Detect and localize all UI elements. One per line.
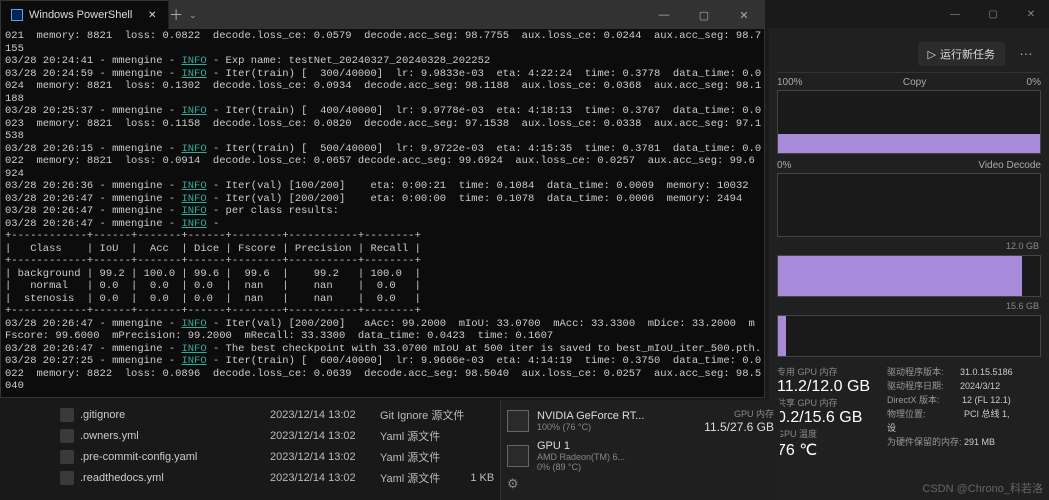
terminal-window: Windows PowerShell ✕ ＋⌄ — ▢ ✕ 021 memory… — [0, 0, 765, 398]
gpu1-card[interactable]: GPU 1AMD Radeon(TM) 6...0% (89 °C) — [507, 437, 774, 475]
settings-icon[interactable]: ⚙ — [507, 476, 519, 492]
shared-max: 15.6 GB — [1006, 301, 1039, 311]
file-explorer: .gitignore2023/12/14 13:02Git Ignore 源文件… — [0, 398, 500, 500]
run-new-task-button[interactable]: ▷运行新任务 — [918, 42, 1005, 66]
tm-maximize[interactable]: ▢ — [975, 0, 1011, 28]
file-icon — [60, 471, 74, 485]
dedicated-mem-chart — [777, 255, 1041, 297]
file-row[interactable]: .readthedocs.yml2023/12/14 13:02Yaml 源文件… — [0, 467, 500, 488]
gpu0-card[interactable]: NVIDIA GeForce RT...100% (76 °C) GPU 内存1… — [507, 404, 774, 437]
copy-right: 0% — [1027, 77, 1041, 88]
run-icon: ▷ — [928, 48, 936, 61]
new-tab-button[interactable]: ＋⌄ — [168, 1, 196, 29]
tm-minimize[interactable]: — — [937, 0, 973, 28]
dedicated-max: 12.0 GB — [1006, 241, 1039, 251]
file-icon — [60, 408, 74, 422]
file-icon — [60, 429, 74, 443]
gpu-temp-val: 76 ℃ — [777, 440, 887, 460]
taskmgr-titlebar: — ▢ ✕ — [769, 0, 1049, 28]
copy-chart — [777, 90, 1041, 154]
gpu-cards: NVIDIA GeForce RT...100% (76 °C) GPU 内存1… — [500, 400, 780, 500]
dedicated-mem-val: 11.2/12.0 GB — [777, 378, 887, 396]
powershell-icon — [11, 9, 23, 21]
more-button[interactable]: … — [1015, 42, 1037, 66]
file-icon — [60, 450, 74, 464]
terminal-output[interactable]: 021 memory: 8821 loss: 0.0822 decode.los… — [1, 29, 764, 397]
tab-title: Windows PowerShell — [29, 9, 132, 21]
copy-label: Copy — [903, 77, 926, 88]
file-row[interactable]: .gitignore2023/12/14 13:02Git Ignore 源文件 — [0, 404, 500, 425]
chevron-down-icon[interactable]: ⌄ — [189, 10, 197, 21]
gpu0-mini-chart — [507, 410, 529, 432]
tm-close[interactable]: ✕ — [1013, 0, 1049, 28]
tab-close-icon[interactable]: ✕ — [146, 9, 158, 21]
close-button[interactable]: ✕ — [724, 1, 764, 29]
minimize-button[interactable]: — — [644, 1, 684, 29]
decode-pct: 0% — [777, 160, 791, 171]
decode-chart — [777, 173, 1041, 237]
terminal-tab[interactable]: Windows PowerShell ✕ — [1, 1, 168, 29]
watermark: CSDN @Chrono_科若洛 — [922, 480, 1043, 496]
maximize-button[interactable]: ▢ — [684, 1, 724, 29]
shared-mem-chart — [777, 315, 1041, 357]
file-row[interactable]: .owners.yml2023/12/14 13:02Yaml 源文件 — [0, 425, 500, 446]
shared-mem-val: 0.2/15.6 GB — [777, 409, 887, 427]
terminal-titlebar[interactable]: Windows PowerShell ✕ ＋⌄ — ▢ ✕ — [1, 1, 764, 29]
taskmgr-panel: ▷运行新任务 … 100% Copy 0% 0% Video Decode 12.0 … — [769, 28, 1049, 500]
file-row[interactable]: .pre-commit-config.yaml2023/12/14 13:02Y… — [0, 446, 500, 467]
decode-label: Video Decode — [978, 160, 1041, 171]
gpu1-mini-chart — [507, 445, 529, 467]
copy-pct: 100% — [777, 77, 803, 88]
